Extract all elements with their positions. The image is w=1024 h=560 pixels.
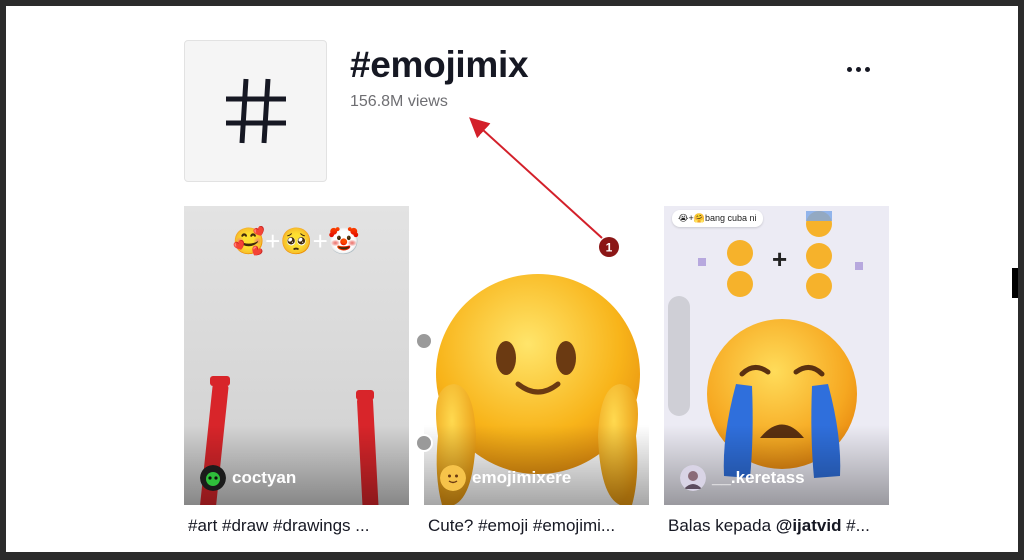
author-name: emojimixere (472, 468, 572, 487)
more-options-button[interactable] (838, 60, 878, 78)
avatar (440, 465, 466, 491)
video-author[interactable]: coctyan (200, 465, 296, 491)
dot-icon (846, 66, 852, 72)
hashtag-icon (225, 78, 286, 144)
dot-icon (855, 66, 861, 72)
video-card-1[interactable]: 🥰+🥺+🤡 coctyan (184, 206, 409, 505)
caption-mention[interactable]: @ijatvid (776, 516, 842, 535)
author-name: coctyan (232, 468, 297, 487)
red-pen-left-tip (210, 376, 230, 386)
red-pen-right-tip (356, 390, 374, 400)
edge-marker (1012, 268, 1018, 298)
video-card-2[interactable]: emojimixere (424, 206, 649, 505)
caption-text: Balas kepada (668, 516, 776, 535)
page-title: #emojimix (350, 44, 529, 85)
scroll-handle[interactable] (415, 332, 433, 350)
avatar (680, 465, 706, 491)
video-caption-3[interactable]: Balas kepada @ijatvid #... (668, 516, 893, 536)
video-caption-1[interactable]: #art #draw #drawings ... (188, 516, 413, 536)
video-card-3[interactable]: 😭+🤗bang cuba ni + __.keretass (664, 206, 889, 505)
caption-text: #... (841, 516, 870, 535)
avatar (200, 465, 226, 491)
view-count: 156.8M views (350, 93, 448, 110)
video-caption-2[interactable]: Cute? #emoji #emojimi... (428, 516, 653, 536)
video-author[interactable]: __.keretass (680, 465, 805, 491)
page-frame: #emojimix 156.8M views 🥰+🥺+🤡 coctyan emo… (6, 6, 1018, 552)
video-author[interactable]: emojimixere (440, 465, 571, 491)
author-name: __.keretass (712, 468, 805, 487)
dot-icon (864, 66, 870, 72)
plus-icon: + (772, 244, 788, 274)
scroll-handle[interactable] (415, 434, 433, 452)
hashtag-icon-box (184, 40, 327, 182)
emoji-overlay-text: 🥰+🥺+🤡 (232, 226, 361, 256)
